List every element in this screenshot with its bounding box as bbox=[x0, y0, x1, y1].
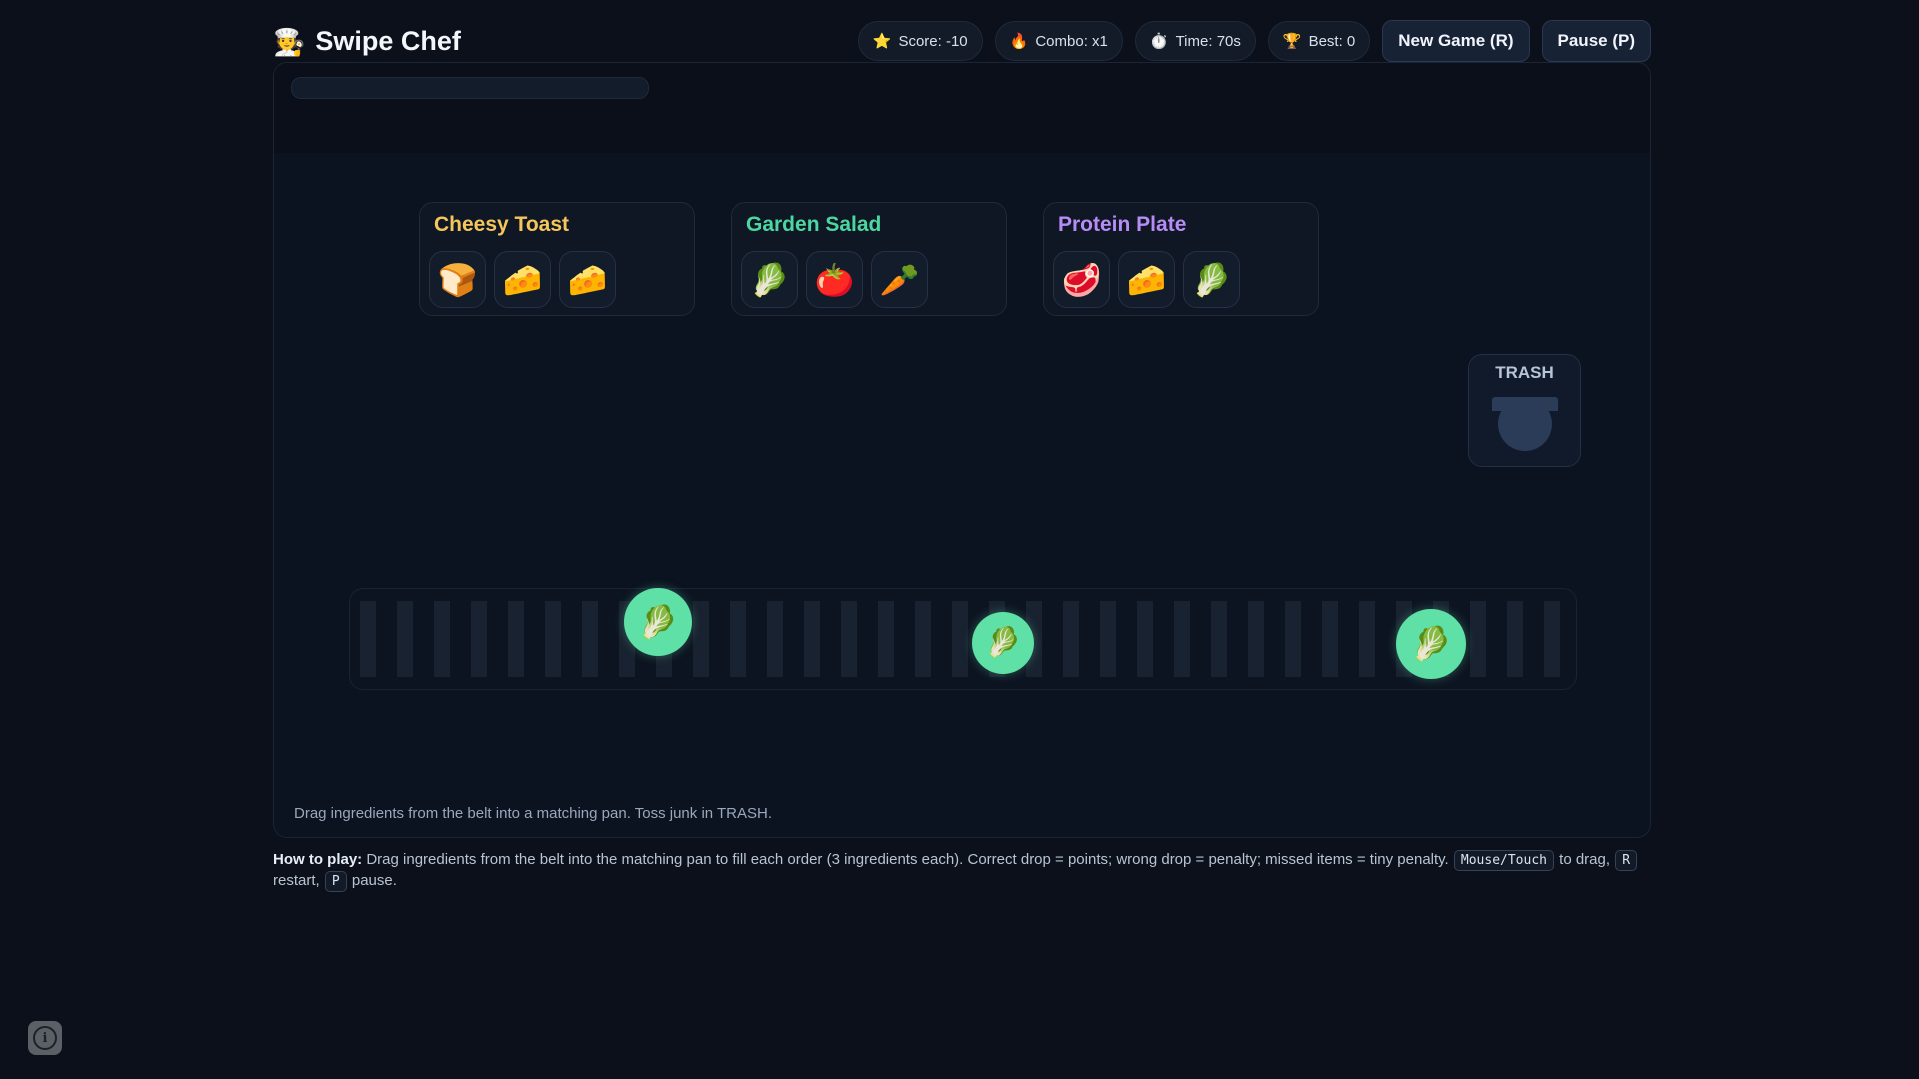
belt-item-lettuce[interactable]: 🥬 bbox=[624, 588, 692, 656]
belt-stripes bbox=[360, 601, 1566, 677]
order-card[interactable]: Garden Salad 🥬 🍅 🥕 bbox=[731, 202, 1007, 316]
star-icon: ⭐ bbox=[872, 33, 892, 50]
new-game-button[interactable]: New Game (R) bbox=[1382, 20, 1530, 62]
lettuce-icon: 🥬 bbox=[741, 251, 798, 308]
key-p: P bbox=[324, 871, 347, 892]
combo-pill: 🔥 Combo: x1 bbox=[994, 21, 1123, 61]
order-card[interactable]: Cheesy Toast 🍞 🧀 🧀 bbox=[419, 202, 695, 316]
stopwatch-icon: ⏱️ bbox=[1149, 33, 1169, 50]
order-card[interactable]: Protein Plate 🥩 🧀 🥬 bbox=[1043, 202, 1319, 316]
howto-restart-text: restart, bbox=[273, 872, 324, 889]
board-hint: Drag ingredients from the belt into a ma… bbox=[294, 805, 773, 822]
key-mouse-touch: Mouse/Touch bbox=[1453, 850, 1554, 871]
lettuce-icon: 🥬 bbox=[1410, 624, 1452, 662]
meat-icon: 🥩 bbox=[1053, 251, 1110, 308]
order-slots: 🥬 🍅 🥕 bbox=[741, 251, 928, 308]
info-button[interactable]: i bbox=[28, 1021, 62, 1055]
trash-label: TRASH bbox=[1495, 363, 1554, 382]
best-pill: 🏆 Best: 0 bbox=[1267, 21, 1371, 61]
score-pill: ⭐ Score: -10 bbox=[857, 21, 983, 61]
progress-bar bbox=[291, 77, 649, 99]
order-slots: 🥩 🧀 🥬 bbox=[1053, 251, 1240, 308]
time-label: Time: 70s bbox=[1175, 32, 1241, 50]
order-name: Cheesy Toast bbox=[434, 213, 569, 236]
conveyor-belt bbox=[349, 588, 1577, 690]
pause-button[interactable]: Pause (P) bbox=[1541, 20, 1651, 62]
cheese-icon: 🧀 bbox=[559, 251, 616, 308]
lettuce-icon: 🥬 bbox=[638, 604, 678, 640]
trash-drop-zone[interactable]: TRASH bbox=[1468, 354, 1581, 467]
best-label: Best: 0 bbox=[1308, 32, 1356, 50]
stats-bar: ⭐ Score: -10 🔥 Combo: x1 ⏱️ Time: 70s 🏆 … bbox=[857, 20, 1651, 62]
time-pill: ⏱️ Time: 70s bbox=[1134, 21, 1256, 61]
tomato-icon: 🍅 bbox=[806, 251, 863, 308]
fire-icon: 🔥 bbox=[1009, 33, 1029, 50]
order-name: Garden Salad bbox=[746, 213, 882, 236]
belt-item-lettuce[interactable]: 🥬 bbox=[972, 612, 1034, 674]
bread-icon: 🍞 bbox=[429, 251, 486, 308]
howto-heading: How to play: bbox=[273, 851, 363, 868]
belt-item-lettuce[interactable]: 🥬 bbox=[1396, 609, 1466, 679]
key-r: R bbox=[1615, 850, 1638, 871]
howto-text: Drag ingredients from the belt into the … bbox=[362, 851, 1453, 868]
order-slots: 🍞 🧀 🧀 bbox=[429, 251, 616, 308]
trash-bin-icon bbox=[1492, 397, 1558, 451]
chef-icon: 🧑‍🍳 bbox=[273, 26, 306, 57]
combo-label: Combo: x1 bbox=[1035, 32, 1108, 50]
header: 🧑‍🍳 Swipe Chef ⭐ Score: -10 🔥 Combo: x1 … bbox=[273, 18, 1651, 68]
trophy-icon: 🏆 bbox=[1282, 33, 1302, 50]
carrot-icon: 🥕 bbox=[871, 251, 928, 308]
score-label: Score: -10 bbox=[898, 32, 968, 50]
howto-drag-text: to drag, bbox=[1554, 851, 1615, 868]
order-name: Protein Plate bbox=[1058, 213, 1187, 236]
cheese-icon: 🧀 bbox=[1118, 251, 1175, 308]
lettuce-icon: 🥬 bbox=[1183, 251, 1240, 308]
lettuce-icon: 🥬 bbox=[984, 627, 1022, 659]
info-icon: i bbox=[33, 1026, 57, 1050]
brand: 🧑‍🍳 Swipe Chef bbox=[273, 26, 461, 57]
cheese-icon: 🧀 bbox=[494, 251, 551, 308]
how-to-play: How to play: Drag ingredients from the b… bbox=[273, 850, 1653, 892]
howto-pause-text: pause. bbox=[347, 872, 397, 889]
game-board: Cheesy Toast 🍞 🧀 🧀 Garden Salad 🥬 🍅 🥕 Pr… bbox=[273, 62, 1651, 838]
app-title: Swipe Chef bbox=[315, 26, 461, 56]
